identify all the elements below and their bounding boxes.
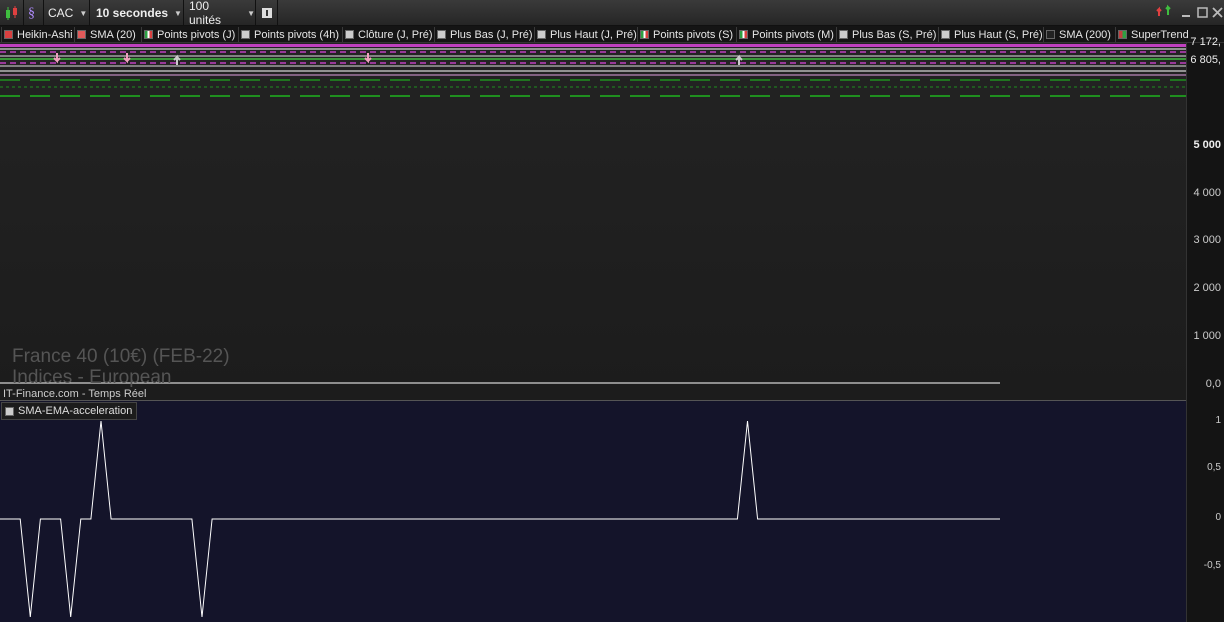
indicator-swatch <box>144 30 153 39</box>
chevron-down-icon: ▼ <box>79 8 88 18</box>
sub-tick: 0,5 <box>1207 462 1221 473</box>
refresh-icon[interactable] <box>1156 4 1174 23</box>
price-tick: 1 000 <box>1193 330 1221 342</box>
maximize-icon-svg <box>1197 7 1208 18</box>
price-tick: 6 805, <box>1190 54 1221 66</box>
chevron-down-icon: ▼ <box>174 8 182 18</box>
indicator-label: Plus Bas (S, Pré) <box>852 28 937 41</box>
interval-selector[interactable]: 10 secondes ▼ <box>90 0 184 26</box>
indicator-swatch <box>1118 30 1127 39</box>
instrument-selector[interactable]: CAC ▼ <box>44 0 90 26</box>
info-icon[interactable] <box>256 0 278 26</box>
indicator-swatch <box>241 30 250 39</box>
indicator-label: Clôture (J, Pré) <box>358 28 433 41</box>
indicator-swatch <box>839 30 848 39</box>
indicator-swatch <box>345 30 354 39</box>
indicator-sma-20[interactable]: SMA (20) <box>74 27 136 42</box>
indicator-swatch <box>437 30 446 39</box>
indicator-label: SMA (200) <box>1059 28 1111 41</box>
indicator-swatch <box>941 30 950 39</box>
sub-tick: 1 <box>1215 415 1221 426</box>
indicator-pivots-j[interactable]: Points pivots (J) <box>141 27 235 42</box>
indicator-swatch <box>640 30 649 39</box>
indicator-label: Plus Haut (J, Pré) <box>550 28 637 41</box>
sub-indicator-tag[interactable]: SMA-EMA-acceleration <box>1 402 138 420</box>
arrow-up-icon <box>735 54 743 65</box>
price-tick: 0,0 <box>1205 378 1221 390</box>
interval-label: 10 secondes <box>96 6 169 20</box>
indicator-swatch <box>5 406 14 416</box>
indicator-low-j[interactable]: Plus Bas (J, Pré) <box>434 27 533 42</box>
indicator-chart <box>0 420 1000 618</box>
units-selector[interactable]: 100 unités ▼ <box>184 0 256 27</box>
svg-text:§: § <box>28 6 35 21</box>
candlestick-icon-svg <box>5 6 17 20</box>
indicator-label: Points pivots (M) <box>752 28 834 41</box>
indicator-icon-svg: § <box>28 6 35 21</box>
indicator-series-line <box>0 420 1000 618</box>
indicator-heikin-ashi[interactable]: Heikin-Ashi <box>1 27 73 42</box>
indicator-icon[interactable]: § <box>24 0 44 26</box>
indicator-label: SMA (20) <box>90 28 136 41</box>
indicator-pivots-s[interactable]: Points pivots (S) <box>637 27 733 42</box>
info-icon-svg <box>261 8 272 18</box>
close-icon-svg <box>1212 7 1223 18</box>
refresh-icon-svg <box>1156 4 1171 16</box>
main-chart-area[interactable]: France 40 (10€) (FEB-22) Indices - Europ… <box>0 43 1186 400</box>
indicator-pane[interactable] <box>0 401 1186 622</box>
indicator-sma-200[interactable]: SMA (200) <box>1043 27 1111 42</box>
close-icon[interactable] <box>1212 5 1223 21</box>
arrow-down-icon <box>364 53 372 64</box>
minimize-icon-svg <box>1182 15 1190 17</box>
indicator-supertrend[interactable]: SuperTrend <box>1115 27 1189 42</box>
indicator-swatch <box>77 30 86 39</box>
indicator-label: Points pivots (J) <box>157 28 236 41</box>
maximize-icon[interactable] <box>1197 5 1208 21</box>
sub-tick: -0,5 <box>1203 560 1221 571</box>
indicator-label: Points pivots (S) <box>653 28 734 41</box>
arrow-down-icon <box>123 53 131 64</box>
indicator-pivots-4h[interactable]: Points pivots (4h) <box>238 27 339 42</box>
indicator-swatch <box>1046 30 1055 39</box>
arrow-up-icon <box>173 54 181 65</box>
indicator-label: Plus Haut (S, Pré) <box>954 28 1043 41</box>
arrow-down-icon <box>53 53 61 64</box>
indicator-label: Heikin-Ashi <box>17 28 73 41</box>
indicator-close-j[interactable]: Clôture (J, Pré) <box>342 27 433 42</box>
indicator-pivots-m[interactable]: Points pivots (M) <box>736 27 834 42</box>
sub-tick: 0 <box>1215 512 1221 523</box>
watermark-subtitle: Indices - European <box>12 367 172 388</box>
watermark-title: France 40 (10€) (FEB-22) <box>12 346 230 367</box>
instrument-label: CAC <box>48 6 74 20</box>
chevron-down-icon: ▼ <box>247 8 255 18</box>
price-axis[interactable]: 7 172, 6 805, 5 000 4 000 3 000 2 000 1 … <box>1186 36 1224 622</box>
indicator-swatch <box>4 30 13 39</box>
minimize-icon[interactable] <box>1181 5 1191 21</box>
indicator-label: Plus Bas (J, Pré) <box>450 28 533 41</box>
toolbar: § CAC ▼ 10 secondes ▼ 100 unités ▼ <box>0 0 1224 27</box>
indicator-high-s[interactable]: Plus Haut (S, Pré) <box>938 27 1043 42</box>
price-tick: 3 000 <box>1193 234 1221 246</box>
indicator-low-s[interactable]: Plus Bas (S, Pré) <box>836 27 936 42</box>
indicator-label: Points pivots (4h) <box>254 28 339 41</box>
price-tick: 7 172, <box>1190 36 1221 48</box>
price-tick: 5 000 <box>1193 139 1221 151</box>
sub-indicator-label: SMA-EMA-acceleration <box>18 405 133 417</box>
indicator-swatch <box>739 30 748 39</box>
data-source: IT-Finance.com - Temps Réel <box>3 388 147 400</box>
indicator-label: SuperTrend <box>1131 28 1189 41</box>
indicator-high-j[interactable]: Plus Haut (J, Pré) <box>534 27 637 42</box>
units-label: 100 unités <box>189 0 222 27</box>
indicator-bar: Heikin-Ashi SMA (20) Points pivots (J) P… <box>0 26 1224 43</box>
candlestick-icon[interactable] <box>0 0 24 26</box>
indicator-swatch <box>537 30 546 39</box>
price-tick: 2 000 <box>1193 282 1221 294</box>
price-band-top <box>0 44 1186 47</box>
price-tick: 4 000 <box>1193 187 1221 199</box>
